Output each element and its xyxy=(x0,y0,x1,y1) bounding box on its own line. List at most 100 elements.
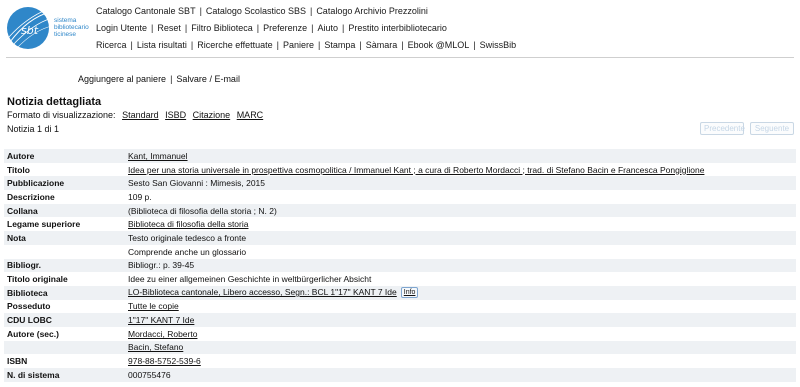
nav-catalogo-prezzolini[interactable]: Catalogo Archivio Prezzolini xyxy=(316,6,428,16)
search-links-row: Ricerca | Lista risultati | Ricerche effettu… xyxy=(96,37,516,54)
logo-line: ticinese xyxy=(54,31,77,38)
field-value-link[interactable]: Bacin, Stefano xyxy=(128,342,183,352)
nav-aiuto[interactable]: Aiuto xyxy=(318,23,339,33)
field-value-cell: Mordacci, Roberto xyxy=(127,329,796,339)
record-row: Bacin, Stefano xyxy=(4,340,796,355)
field-value: Testo originale tedesco a fronte xyxy=(128,232,247,243)
sbt-logo-icon: sbt xyxy=(7,7,53,50)
record-row: Bibliogr. Bibliogr.: p. 39-45 xyxy=(4,258,796,273)
field-value-link[interactable]: Kant, Immanuel xyxy=(128,151,188,161)
separator: | xyxy=(276,40,279,50)
record-counter: Notizia 1 di 1 xyxy=(7,124,60,134)
nav-lista-risultati[interactable]: Lista risultati xyxy=(137,40,187,50)
nav-ricerche-effettuate[interactable]: Ricerche effettuate xyxy=(197,40,272,50)
field-value-cell: Tutte le copie xyxy=(127,301,796,311)
nav-reset[interactable]: Reset xyxy=(157,23,181,33)
format-standard-link[interactable]: Standard xyxy=(122,110,159,120)
field-value-link[interactable]: Tutte le copie xyxy=(128,301,179,311)
field-value: 109 p. xyxy=(128,191,152,202)
field-value: Bibliogr.: p. 39-45 xyxy=(128,260,195,271)
field-label: Biblioteca xyxy=(7,287,48,298)
nav-filtro-biblioteca[interactable]: Filtro Biblioteca xyxy=(191,23,253,33)
nav-stampa[interactable]: Stampa xyxy=(324,40,355,50)
field-value-cell: 109 p. xyxy=(127,192,796,202)
field-value-link[interactable]: 1"17" KANT 7 Ide xyxy=(128,315,194,325)
header-divider xyxy=(6,57,794,58)
nav-samara[interactable]: Sàmara xyxy=(366,40,398,50)
field-value-cell: 000755476 xyxy=(127,370,796,380)
record-row: ISBN 978-88-5752-539-6 xyxy=(4,354,796,368)
field-value-link[interactable]: Mordacci, Roberto xyxy=(128,329,197,339)
format-isbd-link[interactable]: ISBD xyxy=(165,110,186,120)
separator: | xyxy=(318,40,321,50)
field-value-link[interactable]: Biblioteca di filosofia della storia xyxy=(128,219,248,229)
field-value-link[interactable]: LO-Biblioteca cantonale, Libero accesso,… xyxy=(128,287,397,297)
nav-paniere[interactable]: Paniere xyxy=(283,40,314,50)
field-label: N. di sistema xyxy=(7,369,60,380)
separator: | xyxy=(184,23,188,33)
save-email-link[interactable]: Salvare / E-mail xyxy=(176,74,240,84)
field-label: Autore (sec.) xyxy=(7,328,59,339)
field-value-cell: LO-Biblioteca cantonale, Libero accesso,… xyxy=(127,287,796,299)
add-to-basket-link[interactable]: Aggiungere al paniere xyxy=(78,74,166,84)
field-value-cell: (Biblioteca di filosofia della storia ; … xyxy=(127,206,796,216)
format-marc-link[interactable]: MARC xyxy=(237,110,264,120)
logo-caption: sistema bibliotecario ticinese xyxy=(54,17,94,38)
separator: | xyxy=(256,23,260,33)
field-label: Legame superiore xyxy=(7,219,81,230)
record-row: Collana (Biblioteca di filosofia della st… xyxy=(4,203,796,218)
logo-line: bibliotecario xyxy=(54,24,89,31)
next-button[interactable]: Seguente xyxy=(750,122,794,135)
field-value-cell: Testo originale tedesco a fronte xyxy=(127,233,796,243)
field-value-cell: Kant, Immanuel xyxy=(127,151,796,161)
separator: | xyxy=(309,6,313,16)
nav-swissbib[interactable]: SwissBib xyxy=(480,40,517,50)
record-row: Comprende anche un glossario xyxy=(4,245,796,259)
separator: | xyxy=(190,40,194,50)
nav-ricerca[interactable]: Ricerca xyxy=(96,40,127,50)
field-label: Collana xyxy=(7,205,38,216)
field-label: Descrizione xyxy=(7,191,55,202)
nav-preferenze[interactable]: Preferenze xyxy=(263,23,307,33)
sbt-logo[interactable]: sbt sistema bibliotecario ticinese xyxy=(6,4,89,54)
nav-login[interactable]: Login Utente xyxy=(96,23,147,33)
separator: | xyxy=(359,40,362,50)
record-row: Titolo Idea per una storia universale in … xyxy=(4,163,796,177)
record-row: CDU LOBC 1"17" KANT 7 Ide xyxy=(4,313,796,327)
user-links-row: Login Utente | Reset | Filtro Biblioteca | Pre… xyxy=(96,20,516,37)
field-value-cell: Bibliogr.: p. 39-45 xyxy=(127,260,796,270)
separator: | xyxy=(342,23,345,33)
previous-button[interactable]: Precedente xyxy=(700,122,745,135)
field-value-cell: Bacin, Stefano xyxy=(127,342,796,352)
field-value-cell: 1"17" KANT 7 Ide xyxy=(127,315,796,325)
nav-catalogo-cantonale[interactable]: Catalogo Cantonale SBT xyxy=(96,6,196,16)
nav-ebook-mlol[interactable]: Ebook @MLOL xyxy=(408,40,470,50)
field-value: Comprende anche un glossario xyxy=(128,246,247,257)
record-row: Nota Testo originale tedesco a fronte xyxy=(4,231,796,245)
format-citazione-link[interactable]: Citazione xyxy=(193,110,231,120)
field-label: Posseduto xyxy=(7,301,51,312)
field-value-cell: Biblioteca di filosofia della storia xyxy=(127,219,796,229)
field-value: Sesto San Giovanni : Mimesis, 2015 xyxy=(128,178,266,189)
catalog-links-row: Catalogo Cantonale SBT | Catalogo Scolasti… xyxy=(96,3,516,20)
field-label: Nota xyxy=(7,232,26,243)
field-label: Bibliogr. xyxy=(7,260,41,271)
separator: | xyxy=(473,40,476,50)
svg-text:sbt: sbt xyxy=(21,24,39,37)
record-row: Autore Kant, Immanuel xyxy=(4,149,796,163)
field-value-cell: Idee zu einer allgemeinen Geschichte in … xyxy=(127,274,796,284)
field-value-link[interactable]: 978-88-5752-539-6 xyxy=(128,356,201,366)
info-button[interactable]: Info xyxy=(400,287,419,299)
field-value: 000755476 xyxy=(128,369,171,380)
record-row: Autore (sec.) Mordacci, Roberto xyxy=(4,327,796,341)
field-value: Idee zu einer allgemeinen Geschichte in … xyxy=(128,274,372,285)
field-value-cell: Sesto San Giovanni : Mimesis, 2015 xyxy=(127,178,796,188)
record-row: Pubblicazione Sesto San Giovanni : Mimesi… xyxy=(4,176,796,191)
format-selector: Formato di visualizzazione: Standard ISB… xyxy=(7,110,263,120)
nav-catalogo-scolastico[interactable]: Catalogo Scolastico SBS xyxy=(206,6,306,16)
nav-prestito[interactable]: Prestito interbibliotecario xyxy=(348,23,447,33)
field-value-link[interactable]: Idea per una storia universale in prospe… xyxy=(128,165,704,175)
record-row: Titolo originale Idee zu einer allgemeine… xyxy=(4,272,796,286)
record-details-table: Autore Kant, Immanuel Titolo Idea per una s… xyxy=(4,149,796,382)
separator: | xyxy=(401,40,404,50)
